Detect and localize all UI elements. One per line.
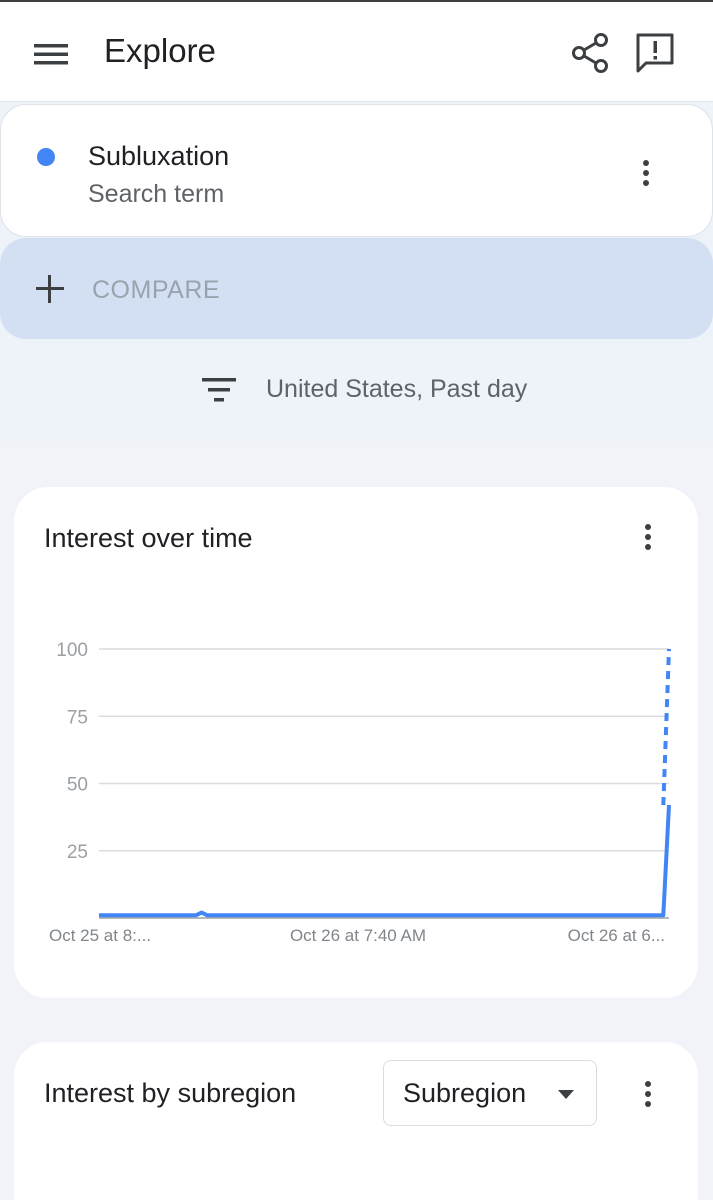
- subregion-more-icon[interactable]: [636, 1074, 660, 1114]
- interest-by-subregion-card: Interest by subregion Subregion: [14, 1042, 698, 1200]
- term-type: Search term: [88, 180, 225, 208]
- y-tick-label: 100: [56, 640, 88, 661]
- app-bar: Explore: [0, 2, 713, 102]
- interest-chart: 25 50 75 100 Oct 25 at 8:... Oct 26 at 7:40 A…: [49, 640, 671, 945]
- x-tick-label: Oct 25 at 8:...: [49, 926, 151, 945]
- y-tick-label: 25: [67, 842, 88, 863]
- y-tick-label: 50: [67, 775, 88, 796]
- x-tick-label: Oct 26 at 6...: [568, 926, 665, 945]
- compare-button[interactable]: COMPARE: [0, 238, 713, 339]
- subregion-select-value: Subregion: [403, 1078, 527, 1108]
- search-term-card[interactable]: Subluxation Search term: [0, 104, 713, 237]
- share-icon[interactable]: [568, 30, 612, 76]
- plus-icon: [36, 275, 64, 303]
- x-tick-label: Oct 26 at 7:40 AM: [290, 926, 426, 945]
- filter-summary: United States, Past day: [266, 375, 528, 403]
- interest-over-time-card: Interest over time 25 50 75 100 Oct 25 at 8:…: [14, 487, 698, 998]
- y-tick-label: 75: [67, 707, 88, 728]
- series-line: [99, 804, 671, 918]
- filter-row[interactable]: United States, Past day: [0, 355, 713, 425]
- term-more-icon[interactable]: [634, 153, 658, 193]
- menu-icon[interactable]: [24, 32, 80, 76]
- subregion-select[interactable]: Subregion: [383, 1060, 597, 1126]
- feedback-icon[interactable]: [632, 30, 678, 76]
- page-title: Explore: [104, 32, 216, 69]
- partial-data-line: [661, 648, 671, 806]
- compare-label: COMPARE: [92, 276, 221, 304]
- subregion-title: Interest by subregion: [44, 1078, 297, 1108]
- term-name: Subluxation: [88, 141, 230, 171]
- term-color-dot: [37, 148, 55, 166]
- filter-icon: [202, 378, 236, 402]
- dropdown-arrow-icon: [558, 1090, 574, 1099]
